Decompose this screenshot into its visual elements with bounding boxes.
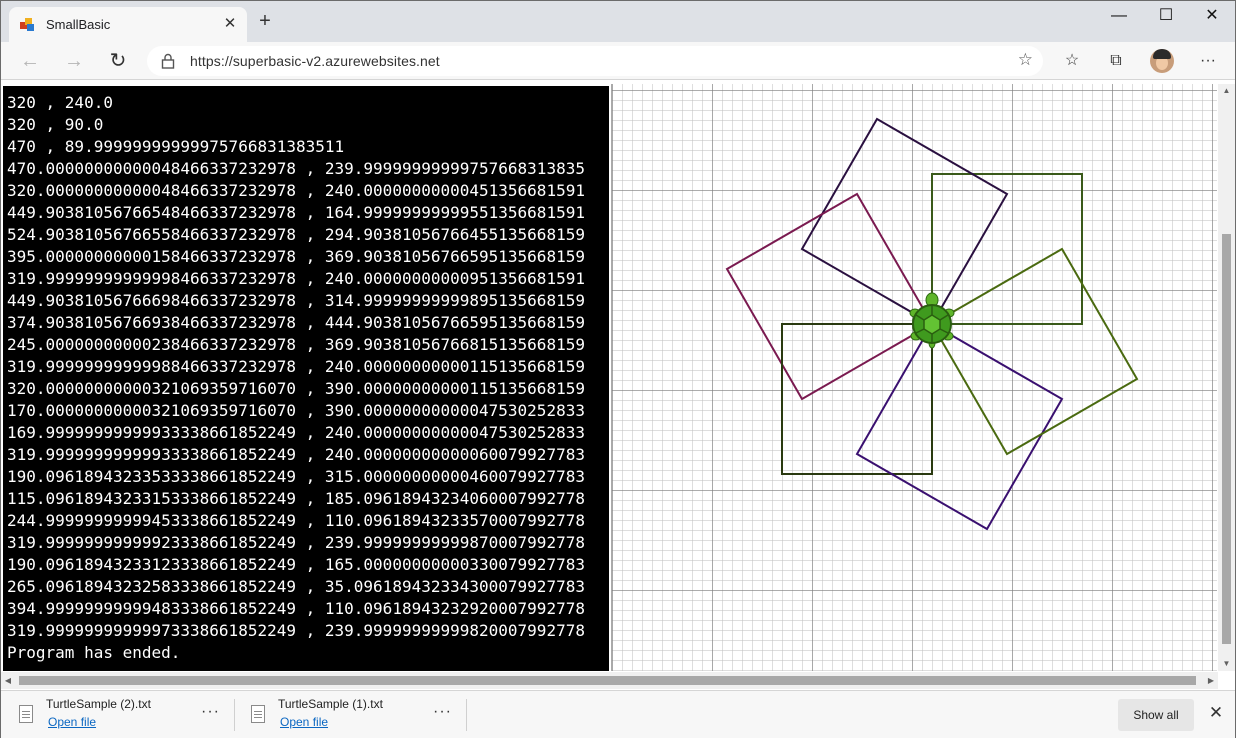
console-line: 320 , 90.0 — [7, 115, 104, 134]
favorites-list-icon[interactable]: ☆ — [1061, 50, 1083, 72]
back-icon[interactable]: ← — [18, 49, 42, 73]
tab-smallbasic[interactable]: SmallBasic ✕ — [9, 7, 247, 42]
window-close-icon[interactable]: ✕ — [1189, 1, 1235, 33]
show-all-button[interactable]: Show all — [1118, 699, 1194, 731]
open-file-link[interactable]: Open file — [280, 715, 328, 729]
address-bar[interactable]: https://superbasic-v2.azurewebsites.net … — [147, 46, 1043, 76]
console-line: 470 , 89.99999999999975766831383511 — [7, 137, 345, 156]
download-filename: TurtleSample (2).txt — [46, 697, 151, 711]
browser-toolbar: ← → ↻ https://superbasic-v2.azurewebsite… — [1, 42, 1235, 80]
downloads-close-icon[interactable]: ✕ — [1206, 703, 1226, 723]
download-more-icon[interactable]: ··· — [433, 703, 452, 721]
download-item[interactable]: TurtleSample (1).txt Open file ··· — [251, 691, 461, 739]
vertical-scroll-thumb[interactable] — [1222, 234, 1231, 644]
console-line: 244.99999999999453338661852249 , 110.096… — [7, 511, 585, 530]
download-separator — [466, 699, 467, 731]
graphics-window — [611, 84, 1217, 671]
program-ended-text: Program has ended. — [7, 643, 181, 662]
console-line: 470.00000000000048466337232978 , 239.999… — [7, 159, 585, 178]
console-line: 319.99999999999973338661852249 , 239.999… — [7, 621, 585, 640]
text-file-icon — [19, 705, 33, 723]
new-tab-icon[interactable]: + — [254, 11, 276, 33]
console-line: 265.09618943232583338661852249 , 35.0961… — [7, 577, 585, 596]
open-file-link[interactable]: Open file — [48, 715, 96, 729]
console-line: 395.00000000000158466337232978 , 369.903… — [7, 247, 585, 266]
console-output: 320 , 240.0 320 , 90.0 470 , 89.9999999999… — [7, 92, 585, 664]
console-line: 449.90381056766698466337232978 , 314.999… — [7, 291, 585, 310]
lock-icon — [161, 53, 175, 69]
refresh-icon[interactable]: ↻ — [106, 49, 130, 73]
smallbasic-favicon-icon — [20, 18, 34, 31]
console-line: 319.99999999999923338661852249 , 239.999… — [7, 533, 585, 552]
console-line: 374.90381056766938466337232978 , 444.903… — [7, 313, 585, 332]
console-line: 320 , 240.0 — [7, 93, 113, 112]
download-item[interactable]: TurtleSample (2).txt Open file ··· — [19, 691, 229, 739]
horizontal-scroll-thumb[interactable] — [19, 676, 1196, 685]
settings-menu-icon[interactable]: ··· — [1197, 50, 1219, 72]
console-line: 394.99999999999483338661852249 , 110.096… — [7, 599, 585, 618]
url-text: https://superbasic-v2.azurewebsites.net — [190, 53, 440, 69]
console-line: 319.99999999999933338661852249 , 240.000… — [7, 445, 585, 464]
major-grid — [612, 84, 1217, 671]
console-line: 190.09618943233533338661852249 , 315.000… — [7, 467, 585, 486]
console-line: 319.99999999999988466337232978 , 240.000… — [7, 357, 585, 376]
console-line: 169.99999999999933338661852249 , 240.000… — [7, 423, 585, 442]
text-console: 320 , 240.0 320 , 90.0 470 , 89.9999999999… — [3, 86, 609, 671]
console-line: 320.00000000000321069359716070 , 390.000… — [7, 379, 585, 398]
console-line: 115.09618943233153338661852249 , 185.096… — [7, 489, 585, 508]
tab-strip: SmallBasic ✕ + — ☐ ✕ — [1, 1, 1235, 42]
vertical-scrollbar[interactable]: ▲ ▼ — [1218, 84, 1235, 671]
favorite-star-icon[interactable]: ☆ — [1018, 50, 1033, 70]
text-file-icon — [251, 705, 265, 723]
page-content: 320 , 240.0 320 , 90.0 470 , 89.9999999999… — [1, 80, 1235, 690]
download-more-icon[interactable]: ··· — [201, 703, 220, 721]
maximize-icon[interactable]: ☐ — [1143, 1, 1189, 33]
console-line: 320.00000000000048466337232978 , 240.000… — [7, 181, 585, 200]
scroll-left-icon[interactable]: ◀ — [1, 672, 15, 689]
scroll-up-icon[interactable]: ▲ — [1218, 84, 1235, 98]
turtle-canvas — [612, 84, 1217, 671]
tab-title: SmallBasic — [46, 17, 111, 32]
avatar-hair — [1153, 49, 1171, 59]
console-line: 524.90381056766558466337232978 , 294.903… — [7, 225, 585, 244]
collections-icon[interactable]: ⧉ — [1105, 50, 1127, 72]
scroll-right-icon[interactable]: ▶ — [1204, 672, 1218, 689]
minimize-icon[interactable]: — — [1096, 1, 1142, 33]
profile-avatar[interactable] — [1150, 49, 1174, 73]
download-filename: TurtleSample (1).txt — [278, 697, 383, 711]
console-line: 170.00000000000321069359716070 , 390.000… — [7, 401, 585, 420]
downloads-bar: TurtleSample (2).txt Open file ··· Turtl… — [1, 690, 1235, 738]
console-line: 190.09618943233123338661852249 , 165.000… — [7, 555, 585, 574]
forward-icon[interactable]: → — [62, 49, 86, 73]
horizontal-scrollbar[interactable]: ◀ ▶ — [1, 672, 1218, 689]
browser-window: SmallBasic ✕ + — ☐ ✕ ← → ↻ https://super… — [0, 0, 1236, 738]
console-line: 449.90381056766548466337232978 , 164.999… — [7, 203, 585, 222]
tab-close-icon[interactable]: ✕ — [221, 15, 239, 33]
download-separator — [234, 699, 235, 731]
scroll-down-icon[interactable]: ▼ — [1218, 657, 1235, 671]
console-line: 245.00000000000238466337232978 , 369.903… — [7, 335, 585, 354]
console-line: 319.99999999999998466337232978 , 240.000… — [7, 269, 585, 288]
